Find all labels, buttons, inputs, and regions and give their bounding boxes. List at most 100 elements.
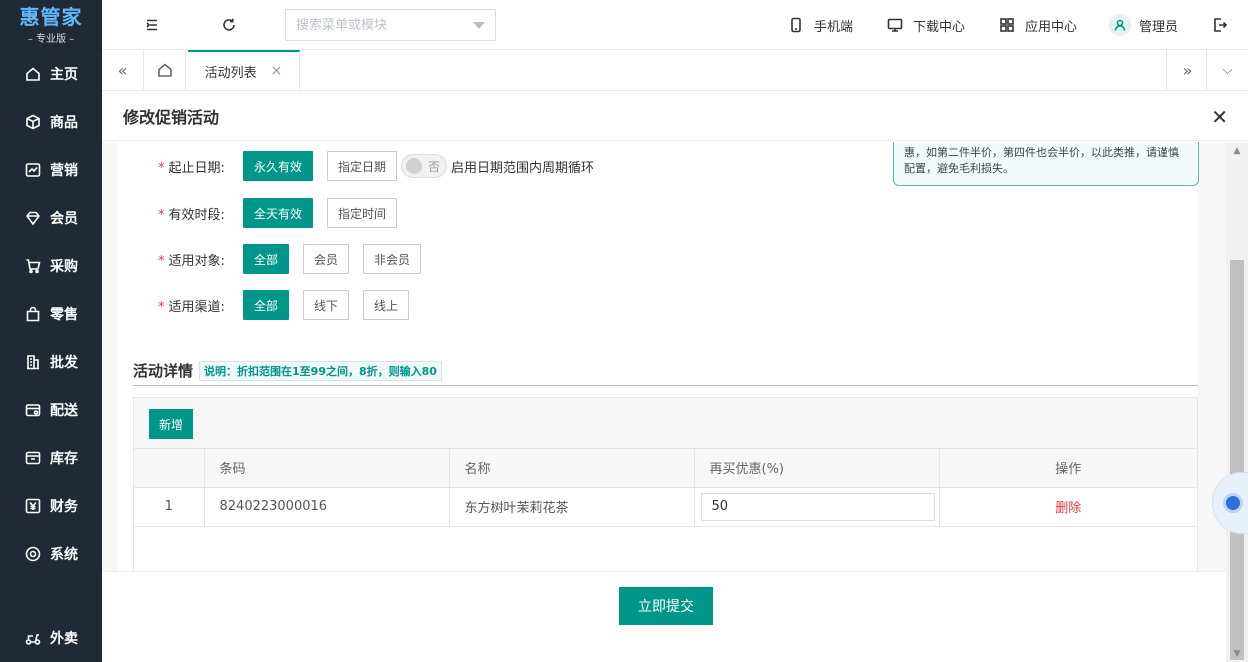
channel-offline-button[interactable]: 线下: [303, 290, 350, 320]
app-center-link[interactable]: 应用中心: [997, 15, 1077, 35]
tabs-scroll-left-button[interactable]: «: [102, 50, 144, 90]
mobile-link[interactable]: 手机端: [786, 15, 853, 35]
sidebar-item-label: 财务: [50, 499, 78, 515]
sidebar-item-retail[interactable]: 零售: [0, 290, 102, 338]
scooter-icon: [24, 629, 42, 647]
period-row: * 有效时段: 全天有效 指定时间: [158, 198, 411, 228]
row-action-cell: 删除: [939, 487, 1197, 527]
user-menu[interactable]: 管理员: [1108, 14, 1178, 36]
home-icon: [24, 65, 42, 83]
phone-icon: [786, 15, 806, 35]
target-all-button[interactable]: 全部: [243, 244, 290, 274]
detail-title-text: 活动详情: [133, 362, 194, 380]
diamond-icon: [24, 209, 42, 227]
table-toolbar: 新增: [134, 398, 1197, 449]
app-center-label: 应用中心: [1024, 19, 1077, 35]
sidebar-item-marketing[interactable]: 营销: [0, 146, 102, 194]
apps-grid-icon: [997, 15, 1017, 35]
logout-icon[interactable]: [1210, 15, 1230, 35]
table-row: 1 8240223000016 东方树叶茉莉花茶 删除: [134, 487, 1197, 527]
monitor-icon: [885, 15, 905, 35]
refresh-icon[interactable]: [219, 15, 239, 35]
sidebar-item-takeout[interactable]: 外卖: [0, 614, 102, 662]
sidebar-item-label: 营销: [50, 163, 78, 179]
close-tab-icon[interactable]: ×: [271, 63, 283, 79]
tab-activity-list[interactable]: 活动列表 ×: [188, 50, 300, 90]
specify-time-button[interactable]: 指定时间: [327, 198, 398, 228]
sidebar-item-purchase[interactable]: 采购: [0, 242, 102, 290]
search-input[interactable]: [296, 17, 466, 33]
scroll-up-arrow-icon[interactable]: ▲: [1226, 142, 1248, 159]
sidebar-item-system[interactable]: 系统: [0, 530, 102, 578]
all-day-button[interactable]: 全天有效: [243, 198, 314, 228]
row-name: 东方树叶茉莉花茶: [449, 487, 695, 527]
target-row: * 适用对象: 全部 会员 非会员: [158, 244, 435, 274]
yen-icon: [24, 497, 42, 515]
home-icon: [155, 60, 175, 80]
form-card: 惠，如第二件半价，第四件也会半价，以此类推，请谨慎配置，避免毛利损失。 * 起止日…: [118, 142, 1199, 352]
detail-table: 新增 条码 名称 再买优惠(%) 操作 1 8240223000016 东方树叶…: [133, 397, 1198, 572]
double-chevron-left-icon: «: [117, 60, 128, 80]
tabs-scroll-right-button[interactable]: »: [1166, 50, 1208, 90]
chevron-down-icon: ⌵: [1222, 62, 1233, 78]
channel-all-button[interactable]: 全部: [243, 290, 290, 320]
submit-button[interactable]: 立即提交: [619, 587, 713, 625]
menu-search-select[interactable]: [285, 9, 496, 41]
sidebar-item-label: 外卖: [50, 631, 78, 647]
tab-home[interactable]: [144, 50, 186, 90]
sidebar-item-inventory[interactable]: 库存: [0, 434, 102, 482]
sidebar-item-label: 会员: [50, 211, 78, 227]
toggle-label: 否: [428, 160, 441, 174]
mobile-link-label: 手机端: [813, 19, 853, 35]
scrollbar-thumb[interactable]: [1230, 260, 1244, 660]
column-header-barcode: 条码: [204, 449, 450, 488]
sidebar-item-members[interactable]: 会员: [0, 194, 102, 242]
bag-icon: [24, 305, 42, 323]
delete-link[interactable]: 删除: [1055, 501, 1081, 516]
column-header-discount: 再买优惠(%): [694, 449, 940, 488]
permanent-button[interactable]: 永久有效: [243, 151, 314, 181]
sidebar-item-label: 配送: [50, 403, 78, 419]
top-bar: 手机端 下载中心 应用中心 管理员: [102, 0, 1248, 50]
channel-online-button[interactable]: 线上: [363, 290, 410, 320]
column-header-index: [134, 449, 205, 488]
sidebar-item-home[interactable]: 主页: [0, 50, 102, 98]
date-label: * 起止日期:: [158, 160, 225, 176]
sidebar-item-goods[interactable]: 商品: [0, 98, 102, 146]
channel-row: * 适用渠道: 全部 线下 线上: [158, 290, 423, 320]
dialog-title: 修改促销活动: [102, 91, 1248, 141]
edit-promotion-dialog: 修改促销活动 ✕ 惠，如第二件半价，第四件也会半价，以此类推，请谨慎配置，避免毛…: [102, 91, 1248, 662]
brand-logo[interactable]: 惠管家 – 专业版 –: [0, 0, 102, 50]
date-row: * 起止日期: 永久有效 指定日期 否 启用日期范围内周期循环: [158, 151, 594, 181]
specify-date-button[interactable]: 指定日期: [327, 151, 398, 181]
sidebar-item-finance[interactable]: 财务: [0, 482, 102, 530]
dialog-scrollbar[interactable]: ▲ ▼: [1226, 142, 1248, 662]
download-center-link[interactable]: 下载中心: [885, 15, 965, 35]
items-table: 条码 名称 再买优惠(%) 操作 1 8240223000016 东方树叶茉莉花…: [134, 449, 1197, 527]
cycle-toggle[interactable]: 否: [401, 154, 448, 178]
download-center-label: 下载中心: [912, 19, 965, 35]
brand-name: 惠管家: [19, 4, 83, 29]
menu-fold-icon[interactable]: [142, 15, 162, 35]
discount-input[interactable]: [700, 492, 935, 521]
inventory-icon: [24, 449, 42, 467]
column-header-name: 名称: [449, 449, 695, 488]
sidebar-item-label: 零售: [50, 307, 78, 323]
close-icon[interactable]: ✕: [1211, 105, 1228, 129]
row-discount-cell: [694, 487, 940, 527]
scroll-down-arrow-icon[interactable]: ▼: [1226, 645, 1248, 662]
column-header-action: 操作: [939, 449, 1197, 488]
sidebar-item-wholesale[interactable]: 批发: [0, 338, 102, 386]
assistant-bot-icon: [1223, 493, 1243, 513]
detail-section-title: 活动详情 说明：折扣范围在1至99之间，8折，则输入80: [133, 360, 442, 381]
add-row-button[interactable]: 新增: [149, 409, 194, 439]
sidebar-item-delivery[interactable]: 配送: [0, 386, 102, 434]
target-member-button[interactable]: 会员: [303, 244, 350, 274]
tabs-menu-button[interactable]: ⌵: [1206, 50, 1248, 90]
detail-hint: 说明：折扣范围在1至99之间，8折，则输入80: [199, 360, 442, 381]
sidebar: 惠管家 – 专业版 – 主页 商品 营销 会员 采购 零售 批发 配送 库存 财…: [0, 0, 102, 662]
row-barcode: 8240223000016: [204, 487, 450, 527]
target-non-member-button[interactable]: 非会员: [363, 244, 422, 274]
row-index: 1: [134, 487, 205, 527]
notice-box: 惠，如第二件半价，第四件也会半价，以此类推，请谨慎配置，避免毛利损失。: [893, 142, 1199, 186]
